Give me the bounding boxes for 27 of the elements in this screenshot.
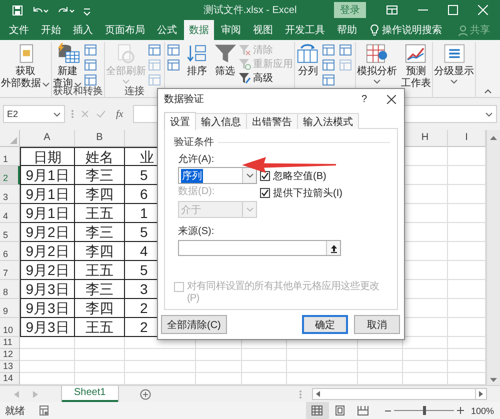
table-cell: 姓名 xyxy=(75,147,125,166)
table-cell: 9月2日 xyxy=(20,242,75,261)
table-cell: 9月3日 xyxy=(20,318,75,337)
status-text: 就绪 xyxy=(5,404,25,418)
group-label: 连接 xyxy=(124,86,144,98)
table-cell: 9月3日 xyxy=(20,299,75,318)
table-cell: 王五 xyxy=(75,261,125,280)
table-cell: 李三 xyxy=(75,280,125,299)
section-title: 验证条件 xyxy=(174,136,214,149)
group-label: 获取和转换 xyxy=(53,86,103,98)
table-cell: 9月2日 xyxy=(20,223,75,242)
table-cell: 9月1日 xyxy=(20,166,75,185)
table-cell: 李三 xyxy=(75,166,125,185)
table-cell: 9月1日 xyxy=(20,204,75,223)
window-title: 测试文件.xlsx - Excel xyxy=(203,4,297,17)
table-cell: 9月2日 xyxy=(20,261,75,280)
table-cell: 9月3日 xyxy=(20,280,75,299)
dialog-title: 数据验证 xyxy=(164,93,204,106)
table-cell: 李四 xyxy=(75,185,125,204)
table-cell: 李三 xyxy=(75,223,125,242)
table-cell: 王五 xyxy=(75,204,125,223)
table-cell: 9月1日 xyxy=(20,185,75,204)
table-cell: 王五 xyxy=(75,318,125,337)
table-cell: 李四 xyxy=(75,242,125,261)
table-cell: 日期 xyxy=(20,147,75,166)
dropdown: 介于 xyxy=(178,201,257,218)
table-cell: 李四 xyxy=(75,299,125,318)
